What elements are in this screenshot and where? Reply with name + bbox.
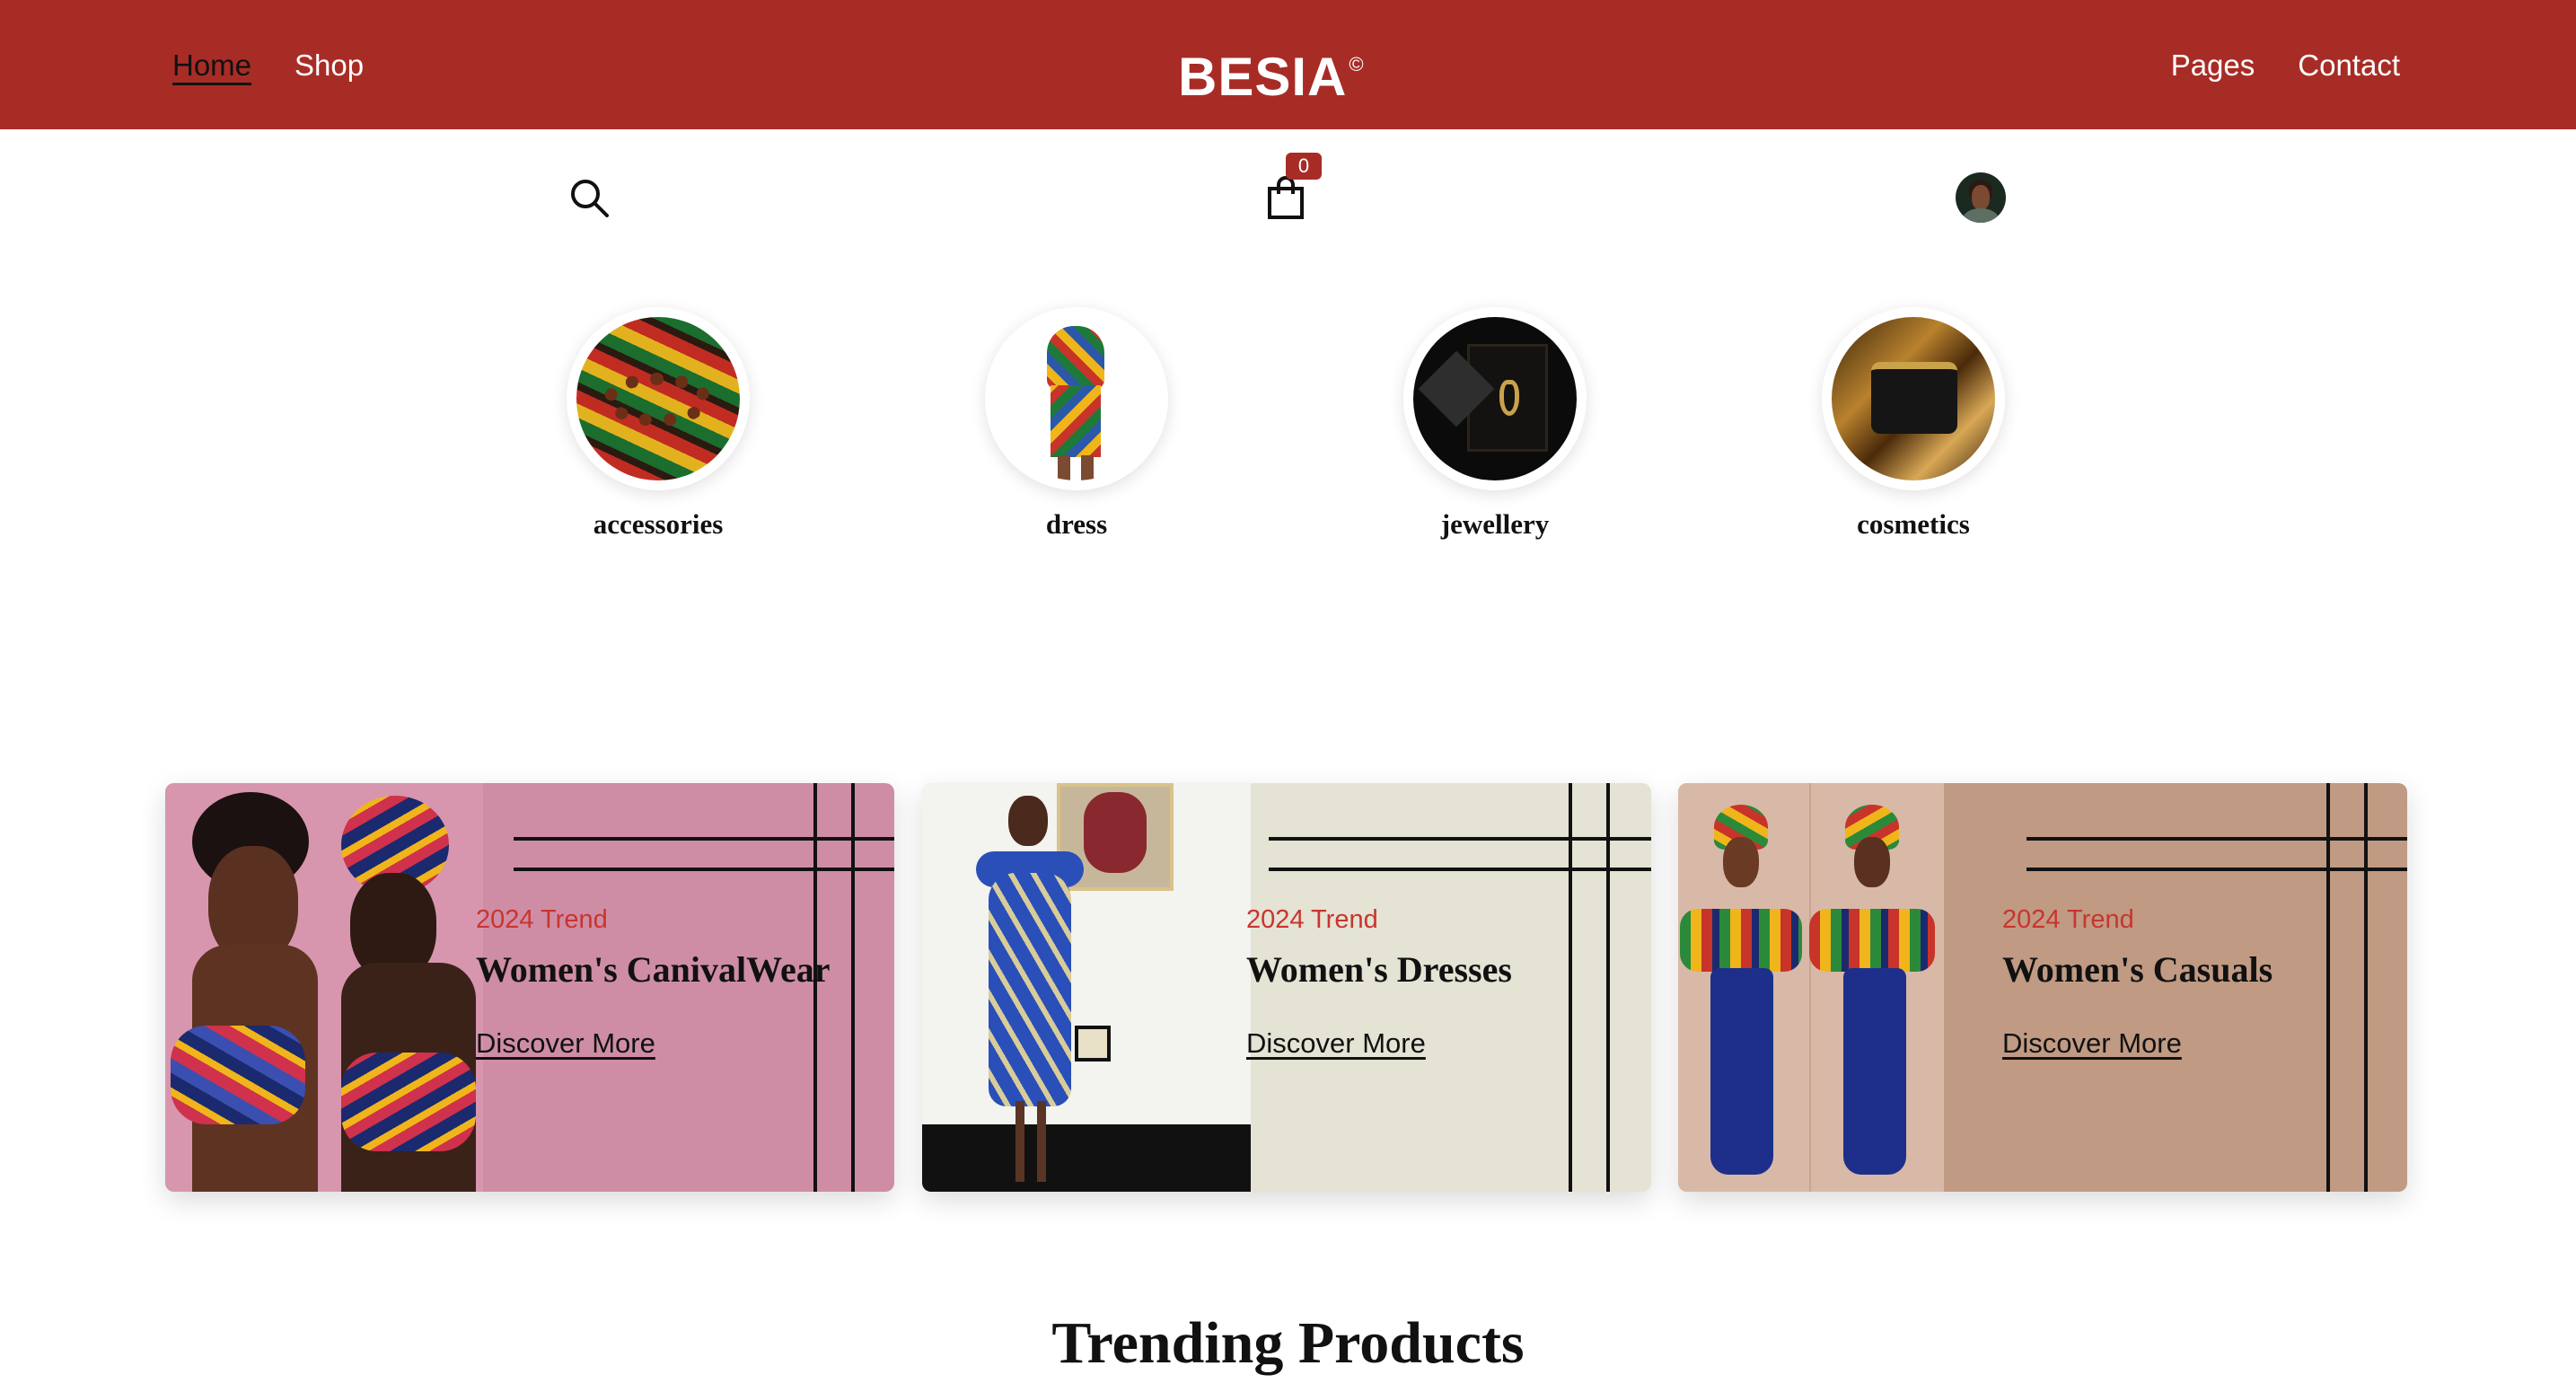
- top-navigation-bar: Home Shop BESIA © Pages Contact: [0, 0, 2576, 129]
- brand-name: BESIA: [1178, 47, 1348, 107]
- category-jewellery[interactable]: jewellery: [1402, 307, 1587, 541]
- decor-line: [1606, 783, 1610, 1192]
- decor-line: [1269, 837, 1651, 841]
- promo-banner-carnivalwear[interactable]: 2024 Trend Women's CanivalWear Discover …: [165, 783, 894, 1192]
- jewellery-image: [1413, 317, 1577, 480]
- promo-banner-dresses[interactable]: 2024 Trend Women's Dresses Discover More: [922, 783, 1651, 1192]
- shopping-bag-icon: [1268, 176, 1304, 219]
- search-button[interactable]: [567, 176, 611, 219]
- search-icon: [571, 180, 609, 217]
- decor-line: [2326, 783, 2330, 1192]
- category-image-frame: [1822, 307, 2005, 490]
- banner-title: Women's CanivalWear: [476, 949, 831, 990]
- promo-banner-casuals[interactable]: 2024 Trend Women's Casuals Discover More: [1678, 783, 2407, 1192]
- avatar-face: [1972, 185, 1990, 210]
- category-label: jewellery: [1440, 508, 1550, 540]
- banner-photo: [165, 783, 483, 1192]
- decor-line: [514, 868, 894, 871]
- brand-logo[interactable]: BESIA ©: [1178, 32, 1365, 110]
- nav-pages-link[interactable]: Pages: [2171, 45, 2255, 86]
- decor-line: [1269, 868, 1651, 871]
- banner-title: Women's Dresses: [1246, 949, 1512, 990]
- discover-more-link[interactable]: Discover More: [1246, 1027, 1426, 1060]
- trending-products-heading: Trending Products: [1051, 1310, 1525, 1376]
- avatar-body: [1963, 208, 1999, 223]
- brand-mark: ©: [1349, 53, 1365, 75]
- decor-line: [2027, 868, 2407, 871]
- category-image-frame: [1403, 307, 1587, 490]
- banner-tag: 2024 Trend: [2002, 905, 2134, 934]
- banner-photo: [1678, 783, 1944, 1192]
- dress-image: [995, 317, 1158, 480]
- decor-line: [1569, 783, 1572, 1192]
- discover-more-link[interactable]: Discover More: [2002, 1027, 2182, 1060]
- banner-title: Women's Casuals: [2002, 949, 2273, 990]
- cosmetics-image: [1832, 317, 1995, 480]
- category-label: cosmetics: [1857, 508, 1970, 540]
- nav-shop-link[interactable]: Shop: [295, 45, 364, 86]
- category-image-frame: [567, 307, 750, 490]
- nav-home-link[interactable]: Home: [172, 45, 251, 86]
- accessories-image: [576, 317, 740, 480]
- category-accessories[interactable]: accessories: [566, 307, 751, 541]
- decor-line: [2364, 783, 2368, 1192]
- nav-contact-link[interactable]: Contact: [2298, 45, 2400, 86]
- category-label: dress: [1045, 508, 1108, 540]
- nav-left: Home Shop: [172, 45, 364, 86]
- banner-photo: [922, 783, 1251, 1192]
- decor-line: [514, 837, 894, 841]
- decor-line: [851, 783, 855, 1192]
- banner-tag: 2024 Trend: [476, 905, 608, 934]
- cart-button[interactable]: [1262, 176, 1309, 221]
- discover-more-link[interactable]: Discover More: [476, 1027, 655, 1060]
- category-label: accessories: [593, 508, 724, 540]
- category-image-frame: [985, 307, 1168, 490]
- user-avatar[interactable]: [1956, 172, 2006, 223]
- banner-tag: 2024 Trend: [1246, 905, 1378, 934]
- nav-right: Pages Contact: [2171, 45, 2400, 86]
- category-dress[interactable]: dress: [984, 307, 1169, 541]
- cart-count-badge: 0: [1286, 153, 1322, 180]
- decor-line: [2027, 837, 2407, 841]
- category-cosmetics[interactable]: cosmetics: [1821, 307, 2006, 541]
